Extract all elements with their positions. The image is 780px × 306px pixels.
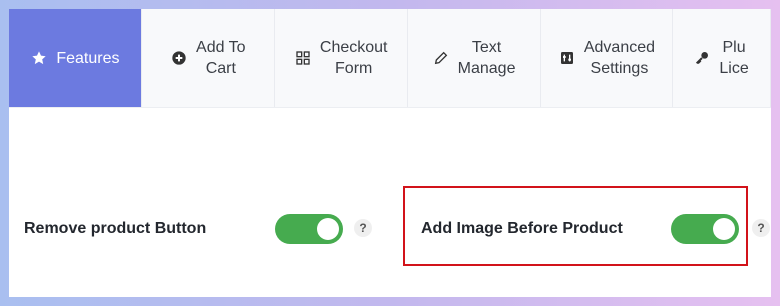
add-image-before-product-toggle[interactable] bbox=[671, 214, 739, 244]
help-icon[interactable]: ? bbox=[354, 219, 372, 237]
plus-circle-icon bbox=[170, 49, 188, 67]
remove-product-button-toggle[interactable] bbox=[275, 214, 343, 244]
star-icon bbox=[30, 49, 48, 67]
toggle-knob bbox=[713, 218, 735, 240]
remove-product-button-label: Remove product Button bbox=[24, 220, 207, 237]
tab-add-to-cart[interactable]: Add To Cart bbox=[142, 9, 275, 107]
add-image-before-product-label: Add Image Before Product bbox=[421, 220, 623, 237]
tab-label: Checkout Form bbox=[319, 39, 388, 77]
tab-label: Text Manage bbox=[457, 39, 516, 77]
tab-checkout-form[interactable]: Checkout Form bbox=[275, 9, 408, 107]
settings-box-icon bbox=[558, 49, 576, 67]
pencil-icon bbox=[432, 49, 450, 67]
tab-advanced-settings[interactable]: Advanced Settings bbox=[541, 9, 674, 107]
tab-label: Plu Lice bbox=[719, 39, 749, 77]
tab-plugin-license[interactable]: Plu Lice bbox=[673, 9, 771, 107]
tab-label: Add To Cart bbox=[196, 39, 246, 77]
toggle-knob bbox=[317, 218, 339, 240]
grid-icon bbox=[294, 49, 312, 67]
tab-label: Features bbox=[56, 49, 120, 67]
tab-text-manage[interactable]: Text Manage bbox=[408, 9, 541, 107]
key-icon bbox=[693, 49, 711, 67]
tab-features[interactable]: Features bbox=[9, 9, 142, 107]
tab-bar: Features Add To Cart Checkout Form Text Man… bbox=[9, 9, 771, 108]
help-icon[interactable]: ? bbox=[752, 219, 770, 237]
plugin-settings-panel: Features Add To Cart Checkout Form Text Man… bbox=[9, 9, 771, 297]
tab-label: Advanced Settings bbox=[583, 39, 656, 77]
